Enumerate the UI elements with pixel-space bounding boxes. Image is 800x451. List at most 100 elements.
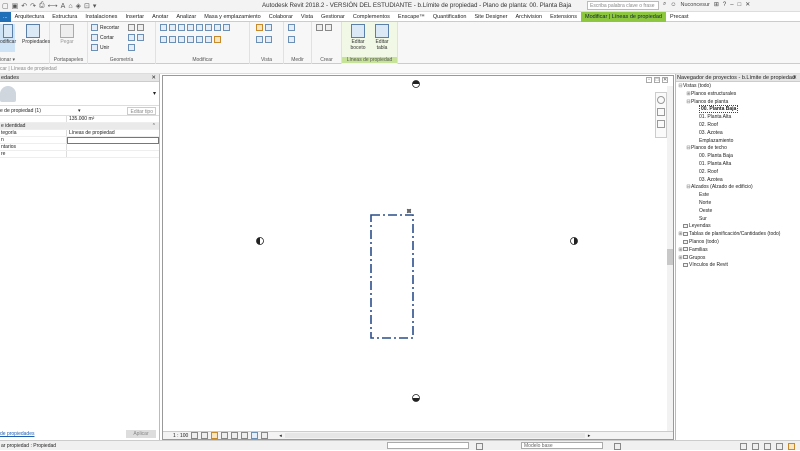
save-icon[interactable]: ▣: [12, 2, 19, 10]
tree-item[interactable]: ⊟Vistas (todo): [676, 83, 800, 91]
ribbon-tab[interactable]: Estructura: [48, 12, 81, 22]
workset-dropdown[interactable]: [387, 442, 469, 449]
ribbon-tab[interactable]: Arquitectura: [11, 12, 49, 22]
text-icon[interactable]: A: [61, 3, 66, 10]
3d-view-icon[interactable]: ⌂: [68, 3, 72, 10]
ribbon-tab[interactable]: Gestionar: [317, 12, 349, 22]
wall-joins-icon[interactable]: [137, 34, 144, 41]
close-icon[interactable]: ✕: [745, 1, 750, 8]
create-parts-icon[interactable]: [325, 24, 332, 31]
property-value[interactable]: [67, 137, 159, 144]
scroll-right-icon[interactable]: ▸: [588, 433, 591, 439]
steering-wheel-icon[interactable]: [657, 96, 665, 104]
trim-single-icon[interactable]: [196, 36, 203, 43]
ribbon-tab[interactable]: Archivision: [511, 12, 546, 22]
tree-item[interactable]: 00. Planta Baja: [676, 153, 800, 161]
select-face-icon[interactable]: [776, 443, 783, 450]
tree-item[interactable]: ⊞ Tablas de planificación/Cantidades (tod…: [676, 231, 800, 239]
cart-icon[interactable]: ⊞: [714, 1, 719, 8]
close-icon[interactable]: ✕: [151, 74, 156, 82]
identity-section[interactable]: e identidad ⌃: [0, 123, 159, 130]
offset-icon[interactable]: [169, 24, 176, 31]
search-icon[interactable]: ⌕: [663, 1, 666, 8]
section-collapse-icon[interactable]: ⌃: [67, 123, 159, 129]
property-value[interactable]: [67, 151, 159, 157]
trim-icon[interactable]: [187, 36, 194, 43]
vertical-scroll-thumb[interactable]: [667, 249, 673, 265]
move-tool-icon[interactable]: [160, 36, 167, 43]
tree-item[interactable]: Vínculos de Revit: [676, 262, 800, 270]
filter-count-icon[interactable]: [788, 443, 795, 450]
qat-menu-icon[interactable]: ▾: [93, 2, 97, 10]
tree-item[interactable]: 01. Planta Alta: [676, 114, 800, 122]
ribbon-tab[interactable]: Modificar | Líneas de propiedad: [580, 11, 666, 22]
select-links-icon[interactable]: [740, 443, 747, 450]
select-pinned-icon[interactable]: [764, 443, 771, 450]
dimension-icon[interactable]: [288, 36, 295, 43]
copy-icon[interactable]: [169, 36, 176, 43]
edit-table-button[interactable]: Editar tabla: [370, 24, 394, 51]
tree-item[interactable]: ⊞Planos estructurales: [676, 91, 800, 99]
ribbon-tab[interactable]: Analizar: [172, 12, 200, 22]
tree-item[interactable]: ⊞ Grupos: [676, 255, 800, 263]
tree-item[interactable]: 00. Planta Baja: [676, 105, 800, 114]
filter-icon[interactable]: [476, 443, 483, 450]
sun-path-icon[interactable]: [211, 432, 219, 439]
override-icon[interactable]: [265, 24, 272, 31]
ribbon-tab[interactable]: Site Designer: [470, 12, 511, 22]
help-icon[interactable]: ?: [723, 2, 726, 8]
pan-icon[interactable]: [657, 120, 665, 128]
ribbon-tab[interactable]: Extensions: [546, 12, 581, 22]
tree-item[interactable]: Emplazamiento: [676, 138, 800, 146]
file-tab[interactable]: ...: [0, 11, 11, 22]
shadows-icon[interactable]: [221, 432, 229, 439]
open-icon[interactable]: ▢: [2, 2, 9, 10]
mirror-axis-icon[interactable]: [178, 24, 185, 31]
editable-only-icon[interactable]: [614, 443, 621, 450]
tree-item[interactable]: ⊟Planos de techo: [676, 145, 800, 153]
align-icon[interactable]: [160, 24, 167, 31]
ribbon-tab[interactable]: Anotar: [148, 12, 172, 22]
scroll-left-icon[interactable]: ◂: [279, 433, 282, 439]
close-icon[interactable]: ✕: [792, 74, 797, 82]
vertical-scrollbar[interactable]: [667, 86, 673, 434]
tree-item[interactable]: 03. Azotea: [676, 177, 800, 185]
select-underlay-icon[interactable]: [752, 443, 759, 450]
ribbon-tab[interactable]: Complementos: [349, 12, 394, 22]
lightbulb-icon[interactable]: [256, 24, 263, 31]
ribbon-tab[interactable]: Vista: [297, 12, 317, 22]
tree-item[interactable]: Planos (todo): [676, 239, 800, 247]
scroll-arrow-icon[interactable]: ▾: [153, 90, 156, 97]
minimize-icon[interactable]: –: [730, 2, 733, 8]
split-face-icon[interactable]: [137, 24, 144, 31]
split-gap-icon[interactable]: [205, 36, 212, 43]
tree-item[interactable]: ⊟Planos de planta: [676, 99, 800, 107]
drawing-area[interactable]: ▫ □ ✕ 1 : 100 ◂ ▸: [162, 75, 674, 440]
undo-icon[interactable]: ↶: [21, 2, 27, 10]
properties-button[interactable]: Propiedades: [22, 24, 50, 45]
tree-item[interactable]: 02. Roof: [676, 169, 800, 177]
move-icon[interactable]: [128, 44, 135, 51]
elevation-marker-south[interactable]: [412, 394, 420, 402]
type-selector[interactable]: e de propiedad (1) ▾ Editar tipo: [0, 106, 159, 116]
zoom-icon[interactable]: [657, 108, 665, 116]
demolish-icon[interactable]: [128, 34, 135, 41]
tree-item[interactable]: Este: [676, 192, 800, 200]
ribbon-tab[interactable]: Insertar: [121, 12, 148, 22]
tree-item[interactable]: Norte: [676, 200, 800, 208]
horizontal-scrollbar[interactable]: [284, 433, 585, 438]
close-hidden-icon[interactable]: ⊡: [84, 2, 90, 10]
detail-level-icon[interactable]: [191, 432, 199, 439]
tree-item[interactable]: 02. Roof: [676, 122, 800, 130]
paint-icon[interactable]: [128, 24, 135, 31]
select-group-label[interactable]: ionar ▾: [0, 57, 49, 63]
elevation-marker-north[interactable]: [412, 80, 420, 88]
tree-item[interactable]: 03. Azotea: [676, 130, 800, 138]
redo-icon[interactable]: ↷: [30, 2, 36, 10]
elevation-marker-east[interactable]: [570, 237, 578, 245]
tree-item[interactable]: ⊟Alzados (Alzado de edificio): [676, 184, 800, 192]
mirror-draw-icon[interactable]: [187, 24, 194, 31]
section-icon[interactable]: ◈: [76, 2, 81, 10]
properties-help-link[interactable]: de propiedades: [0, 431, 34, 437]
tree-item[interactable]: 01. Planta Alta: [676, 161, 800, 169]
